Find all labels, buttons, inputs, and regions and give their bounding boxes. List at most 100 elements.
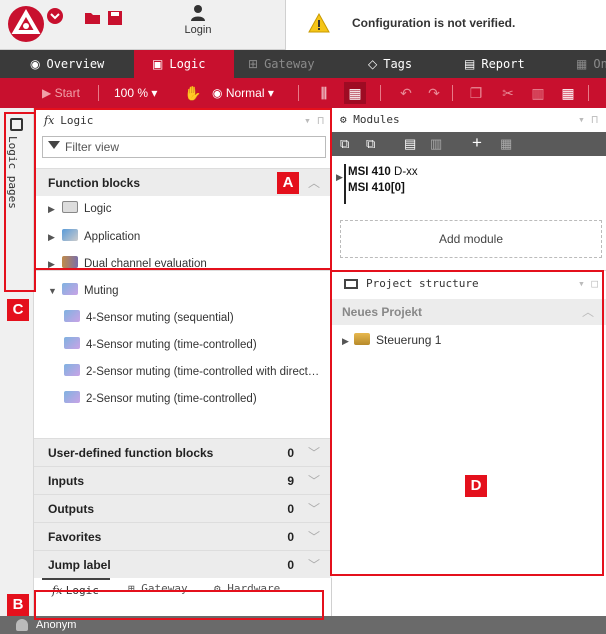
divider	[34, 270, 332, 271]
undo-icon[interactable]: ↶	[398, 85, 414, 101]
bottom-tab-logic[interactable]: fx Logic	[42, 578, 110, 604]
project-name-header[interactable]: Neues Projekt ︿	[332, 299, 606, 325]
logic-panel-header: fx Logic ▾ ⊓	[34, 108, 332, 134]
expand-arrow-icon[interactable]: ▶	[336, 172, 343, 183]
filter-icon	[48, 141, 60, 149]
logic-pages-rail[interactable]: Logic pages	[0, 108, 34, 616]
pan-hand-icon[interactable]: ✋	[184, 85, 201, 101]
tab-report[interactable]: ▤ Report	[456, 50, 556, 78]
toolbar-separator	[588, 85, 589, 101]
tree-item-controller[interactable]: ▶ Steuerung 1	[342, 329, 441, 351]
section-outputs[interactable]: Outputs 0 ﹀	[34, 494, 332, 522]
arrange-right-icon[interactable]: ⧉	[366, 136, 375, 152]
module-info-icon[interactable]: ▤	[404, 136, 416, 152]
function-icon: fx	[52, 584, 66, 597]
section-favorites[interactable]: Favorites 0 ﹀	[34, 522, 332, 550]
modules-panel: ⚙ Modules ▾ ⊓ ⧉ ⧉ ▤ ▥ + ▦ ▶ MSI 410 D-xx…	[332, 108, 606, 268]
app-menu-chevron-icon[interactable]	[47, 8, 63, 24]
document-icon: ▤	[464, 57, 476, 71]
pin-icon[interactable]: ▾ ⊓	[304, 108, 324, 134]
zoom-select[interactable]: 100 % ▾	[114, 78, 157, 108]
add-icon[interactable]: +	[472, 134, 482, 151]
delete-icon[interactable]: ▦	[560, 85, 576, 101]
view-mode-select[interactable]: ◉ Normal ▾	[212, 78, 274, 108]
panel-bottom-tabs: fx Logic ⊞ Gateway ⚙ Hardware	[34, 578, 332, 604]
toolbar-separator	[380, 85, 381, 101]
tab-overview[interactable]: ◉ Overview	[22, 50, 134, 78]
eye-icon: ◉	[30, 57, 41, 71]
notice-text: Configuration is not verified.	[352, 16, 516, 30]
main-tab-bar: ◉ Overview ▣ Logic ⊞ Gateway ◇ Tags ▤ Report …	[0, 50, 606, 78]
tree-item-dual-channel[interactable]: ▶ Dual channel evaluation	[48, 253, 207, 275]
modules-panel-header: ⚙ Modules ▾ ⊓	[332, 108, 606, 132]
cut-icon[interactable]: ✂	[500, 85, 516, 101]
tree-item-application[interactable]: ▶ Application	[48, 226, 140, 248]
login-label: Login	[184, 24, 212, 36]
bottom-tab-hardware[interactable]: ⚙ Hardware	[214, 578, 280, 604]
muting-block-item[interactable]: 4-Sensor muting (sequential)	[64, 307, 332, 329]
hardware-icon: ⚙	[214, 582, 228, 595]
tab-logic[interactable]: ▣ Logic	[134, 50, 234, 78]
logic-gate-icon	[62, 201, 78, 213]
grid-icon[interactable]: ▦	[344, 82, 366, 104]
open-folder-icon[interactable]	[84, 10, 102, 26]
arrange-left-icon[interactable]: ⧉	[340, 136, 349, 152]
tag-icon: ◇	[368, 57, 378, 71]
section-user-defined[interactable]: User-defined function blocks 0 ﹀	[34, 438, 332, 466]
warning-icon	[308, 13, 330, 33]
paste-icon[interactable]: ▥	[530, 85, 546, 101]
callout-c-marker: C	[7, 299, 29, 321]
verification-notice: Configuration is not verified.	[285, 0, 606, 50]
module-divider	[344, 164, 346, 204]
delete-icon[interactable]: ▦	[500, 136, 512, 152]
start-button[interactable]: ▶ Start	[42, 78, 80, 108]
muting-block-icon	[64, 310, 80, 322]
user-icon	[16, 619, 28, 631]
callout-a-marker: A	[277, 172, 299, 194]
modules-toolbar: ⧉ ⧉ ▤ ▥ + ▦	[332, 132, 606, 156]
bottom-tab-gateway[interactable]: ⊞ Gateway	[128, 578, 188, 604]
gateway-icon: ⊞	[128, 582, 142, 595]
muting-block-item[interactable]: 2-Sensor muting (time-controlled)	[64, 388, 332, 410]
save-icon[interactable]	[106, 10, 124, 26]
tree-item-muting[interactable]: ▼ Muting	[48, 280, 119, 302]
app-logo-icon[interactable]	[8, 6, 44, 42]
eye-icon: ◉	[212, 86, 226, 100]
controller-icon	[354, 333, 370, 345]
muting-block-item[interactable]: 4-Sensor muting (time-controlled)	[64, 334, 332, 356]
expand-arrow-icon: ▶	[48, 232, 55, 242]
login-button[interactable]: Login	[168, 4, 228, 46]
muting-block-icon	[64, 391, 80, 403]
tab-tags[interactable]: ◇ Tags	[360, 50, 460, 78]
module-msi410[interactable]: MSI 410 D-xx MSI 410[0]	[344, 164, 418, 204]
project-icon	[344, 279, 358, 289]
redo-icon[interactable]: ↷	[426, 85, 442, 101]
expand-arrow-icon: ▶	[48, 204, 55, 214]
add-module-button[interactable]: Add module	[340, 220, 602, 258]
dual-channel-icon	[62, 256, 78, 268]
pin-icon[interactable]: ▾ □	[578, 271, 598, 297]
logic-icon: ▣	[152, 57, 164, 71]
tree-item-logic[interactable]: ▶ Logic	[48, 198, 112, 220]
copy-icon[interactable]: ❐	[468, 85, 484, 101]
expand-arrow-icon: ▶	[48, 259, 55, 269]
muting-block-icon	[64, 364, 80, 376]
muting-block-icon	[64, 337, 80, 349]
logic-pages-label: Logic pages	[6, 136, 19, 209]
callout-d-marker: D	[465, 475, 487, 497]
pin-icon[interactable]: ▾ ⊓	[578, 108, 598, 132]
callout-b-marker: B	[7, 594, 29, 616]
filter-view-input[interactable]: Filter view	[42, 136, 326, 158]
muting-block-item[interactable]: 2-Sensor muting (time-controlled with di…	[64, 361, 332, 383]
chevron-down-icon: ﹀	[307, 502, 320, 516]
module-config-icon[interactable]: ▥	[430, 136, 442, 152]
project-structure-header: Project structure ▾ □	[332, 271, 606, 297]
project-structure-panel: Project structure ▾ □ Neues Projekt ︿ ▶ S…	[332, 270, 606, 616]
section-inputs[interactable]: Inputs 9 ﹀	[34, 466, 332, 494]
toolbar-separator	[452, 85, 453, 101]
tab-online[interactable]: ▦ On	[568, 50, 606, 78]
section-jump-label[interactable]: Jump label 0 ﹀	[34, 550, 332, 578]
tab-gateway[interactable]: ⊞ Gateway	[240, 50, 340, 78]
align-icon[interactable]: ⫼	[316, 85, 332, 101]
online-icon: ▦	[576, 57, 588, 71]
